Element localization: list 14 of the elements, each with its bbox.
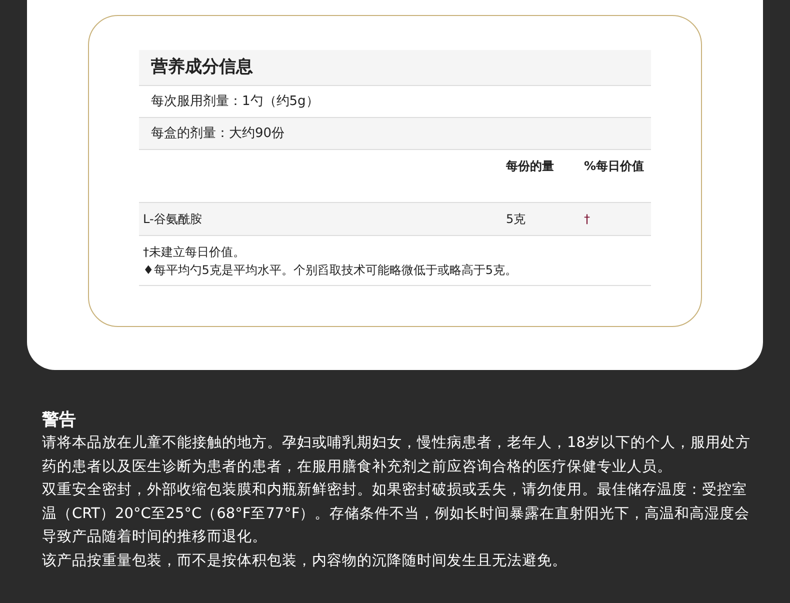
warning-paragraph: 双重安全密封，外部收缩包装膜和内瓶新鲜密封。如果密封破损或丢失，请勿使用。最佳储存温度：受控室温（CRT）20°C至25°C（68°F至77°F）。存储条件不当，例如长时间暴露在直射阳光下，高温和高湿度会导致产品随着时间的推移而退化。: [42, 480, 751, 547]
table-cell-text: L-谷氨酰胺: [142, 211, 203, 228]
warning-paragraph: 该产品按重量包装，而不是按体积包装，内容物的沉降随时间发生且无法避免。: [42, 552, 568, 570]
column-header: %每日价值: [584, 158, 646, 175]
footnote: ♦每平均勺5克是平均水平。个别舀取技术可能略微低于或略高于5克。: [143, 262, 518, 279]
warning-title: 警告: [42, 409, 77, 432]
table-title: 营养成分信息: [151, 56, 253, 79]
column-header: 每份的量: [506, 158, 555, 175]
serving-size: 每次服用剂量：1勺（约5g）: [151, 92, 319, 111]
footnote: †未建立每日价值。: [143, 244, 246, 261]
warning-paragraph: 请将本品放在儿童不能接触的地方。孕妇或哺乳期妇女，慢性病患者，老年人，18岁以下的个人，服用处方药的患者以及医生诊断为患者的患者，在服用膳食补充剂之前应咨询合格的医疗保健专业人员。: [42, 434, 752, 476]
table-cell-text: †: [584, 211, 590, 228]
servings-per-container: 每盒的剂量：大约90份: [151, 124, 285, 144]
table-cell-text: 5克: [506, 211, 527, 228]
